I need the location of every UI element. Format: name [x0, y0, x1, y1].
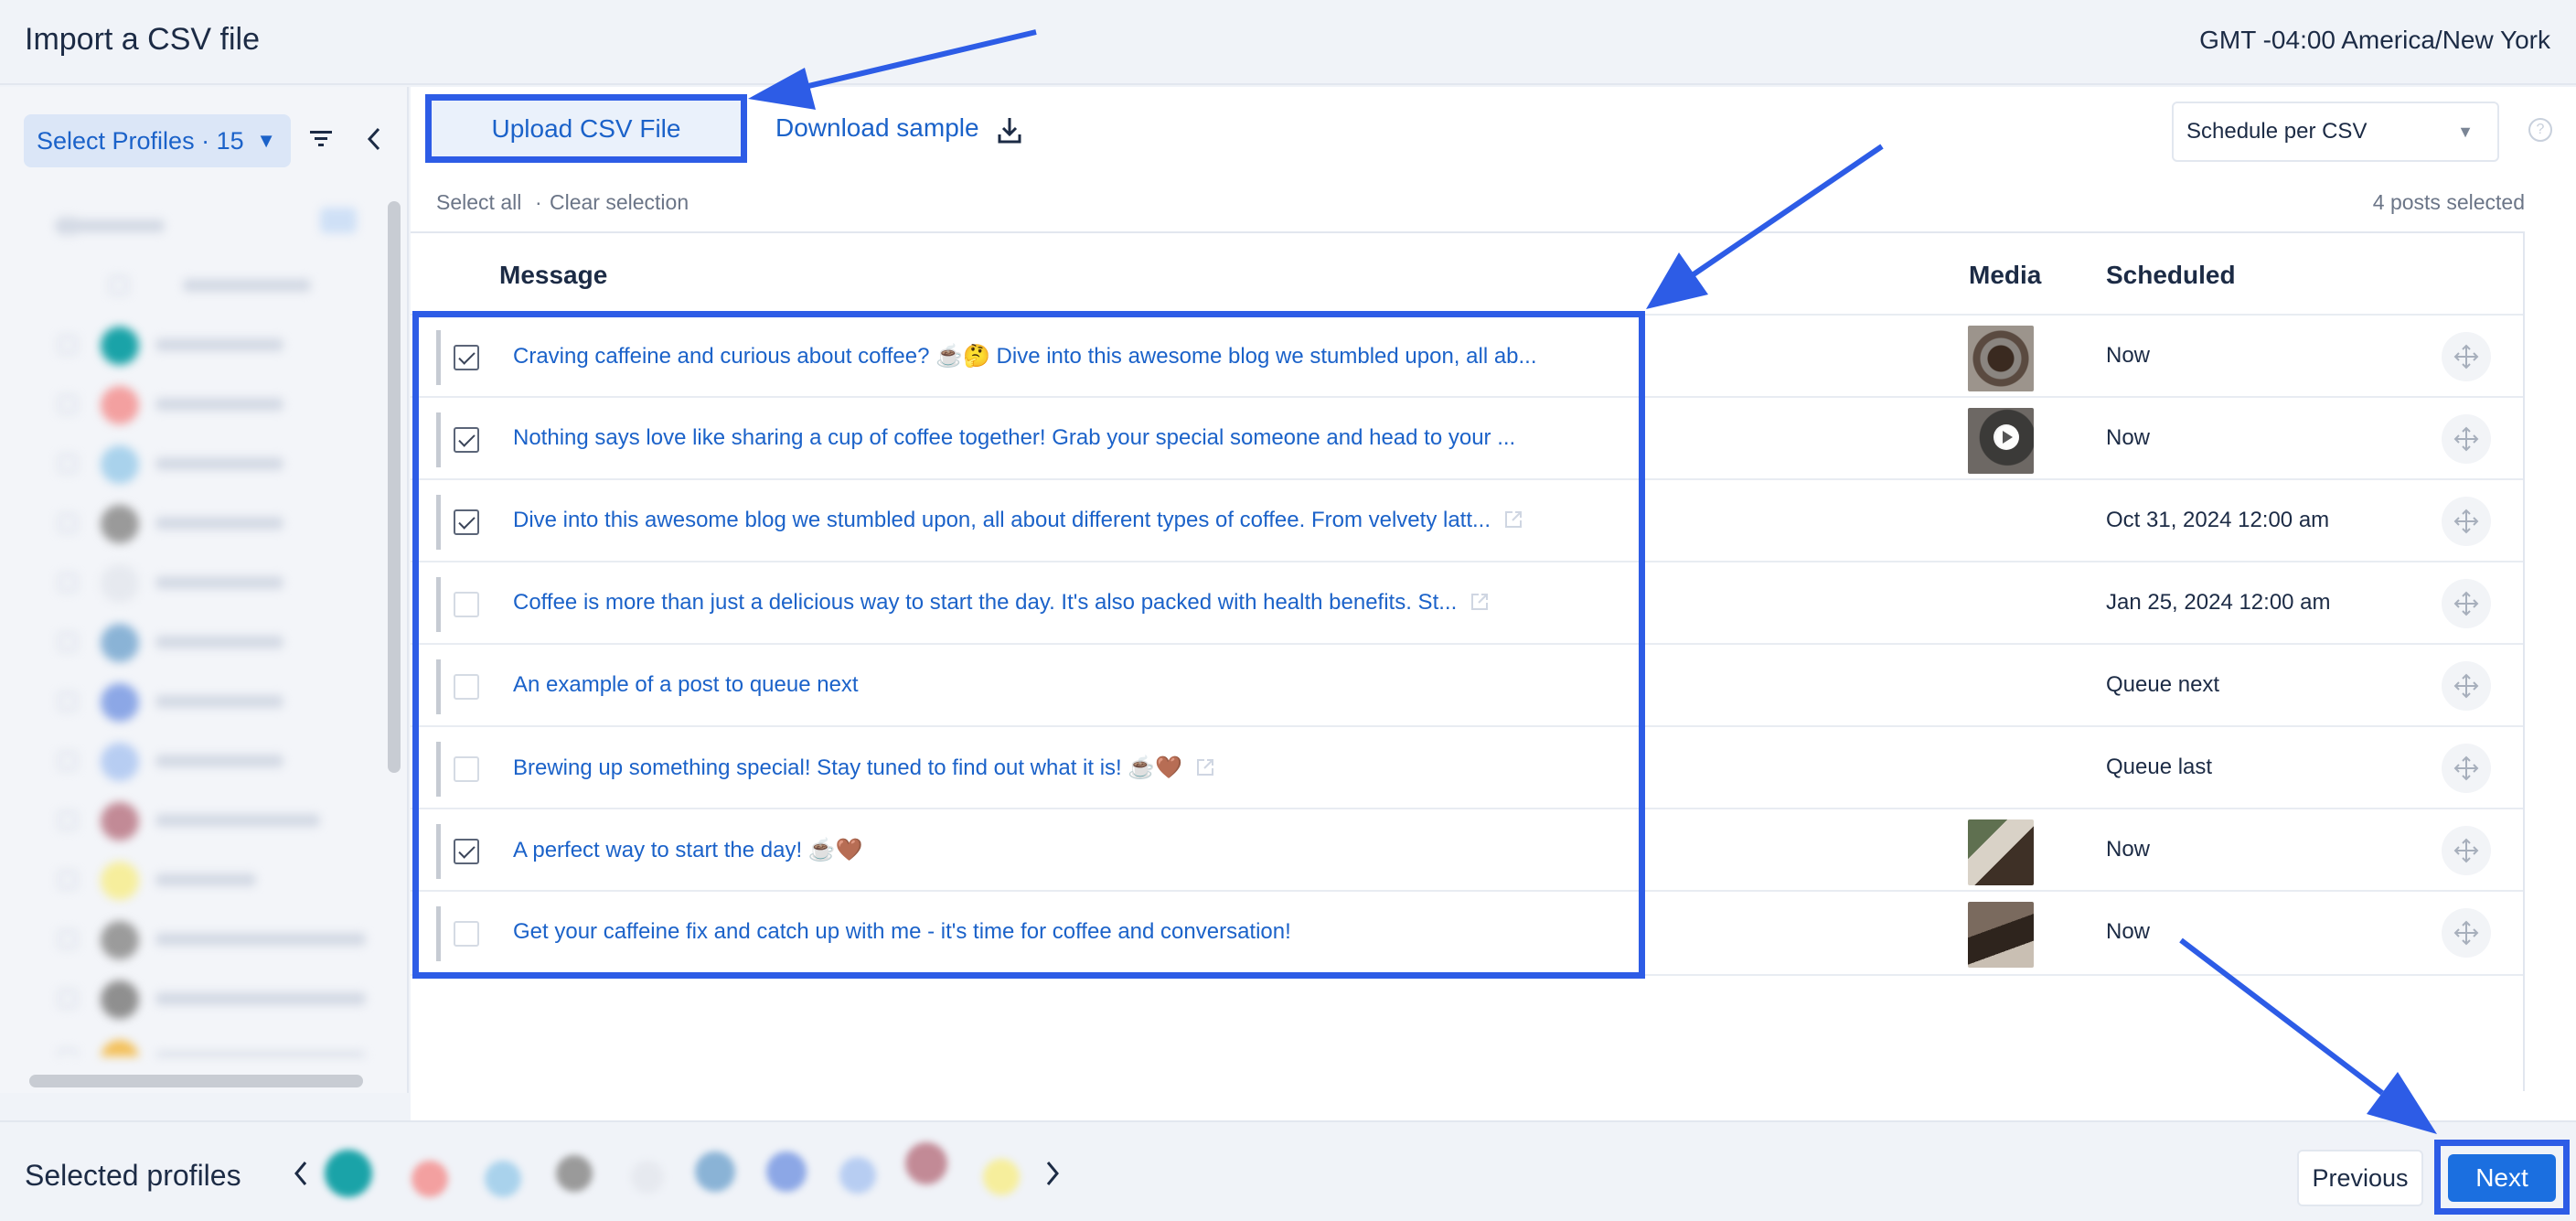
- profile-row[interactable]: [18, 672, 384, 732]
- clear-selection-link[interactable]: Clear selection: [550, 190, 689, 215]
- timezone-label[interactable]: GMT -04:00 America/New York: [2199, 26, 2550, 55]
- profile-row[interactable]: [18, 969, 384, 1029]
- drag-handle-icon[interactable]: [2442, 579, 2491, 628]
- help-icon[interactable]: ?: [2528, 118, 2552, 142]
- media-thumbnail[interactable]: [1968, 819, 2034, 885]
- drag-handle-icon[interactable]: [2442, 332, 2491, 381]
- profile-row[interactable]: [18, 316, 384, 375]
- profile-row[interactable]: [18, 375, 384, 434]
- profile-row[interactable]: [18, 494, 384, 553]
- profile-row[interactable]: [18, 553, 384, 613]
- page-title: Import a CSV file: [25, 22, 260, 57]
- scheduled-value: Queue last: [2106, 755, 2213, 779]
- scheduled-value: Now: [2106, 425, 2151, 450]
- scheduled-value: Now: [2106, 343, 2151, 368]
- profile-row[interactable]: [18, 791, 384, 851]
- selected-profiles-label: Selected profiles: [25, 1159, 241, 1192]
- profile-row[interactable]: [18, 256, 384, 316]
- annotation-next-highlight: Next: [2434, 1140, 2570, 1215]
- download-icon[interactable]: [996, 114, 1023, 145]
- chevron-left-icon[interactable]: [362, 123, 388, 155]
- media-thumbnail[interactable]: [1968, 326, 2034, 391]
- drag-handle-icon[interactable]: [2442, 908, 2491, 958]
- bottom-bar: Selected profiles Previous Next: [0, 1120, 2576, 1221]
- top-header: Import a CSV file GMT -04:00 America/New…: [0, 0, 2576, 85]
- media-thumbnail[interactable]: [1968, 408, 2034, 474]
- profile-row[interactable]: [18, 851, 384, 910]
- select-profiles-dropdown[interactable]: Select Profiles · 15 ▼: [24, 114, 291, 167]
- caret-down-icon: ▼: [2457, 123, 2474, 141]
- chevron-right-icon[interactable]: [1042, 1159, 1063, 1188]
- column-header-scheduled: Scheduled: [2106, 261, 2236, 289]
- schedule-mode-value: Schedule per CSV: [2186, 119, 2368, 144]
- drag-handle-icon[interactable]: [2442, 661, 2491, 711]
- download-sample-link[interactable]: Download sample: [775, 113, 979, 143]
- selected-count: 4 posts selected: [2372, 190, 2525, 214]
- annotation-highlight-box: [412, 311, 1645, 979]
- profile-row[interactable]: [18, 1029, 384, 1056]
- play-icon: [1993, 424, 2019, 450]
- profile-list[interactable]: [18, 197, 384, 1056]
- profile-group-row[interactable]: [18, 197, 384, 256]
- drag-handle-icon[interactable]: [2442, 497, 2491, 546]
- profile-row[interactable]: [18, 434, 384, 494]
- sidebar-horizontal-scrollbar[interactable]: [29, 1075, 363, 1087]
- scheduled-value: Now: [2106, 919, 2151, 944]
- previous-button[interactable]: Previous: [2297, 1150, 2423, 1206]
- scheduled-value: Jan 25, 2024 12:00 am: [2106, 590, 2331, 615]
- sidebar-vertical-scrollbar[interactable]: [388, 201, 401, 773]
- selection-bar: Select all · Clear selection 4 posts sel…: [411, 183, 2525, 230]
- drag-handle-icon[interactable]: [2442, 826, 2491, 875]
- caret-down-icon: ▼: [256, 129, 276, 152]
- scheduled-value: Now: [2106, 837, 2151, 862]
- select-profiles-label: Select Profiles · 15: [37, 127, 244, 155]
- next-button[interactable]: Next: [2448, 1154, 2556, 1202]
- scheduled-value: Queue next: [2106, 672, 2220, 697]
- column-header-media: Media: [1969, 261, 2042, 289]
- profile-row[interactable]: [18, 613, 384, 672]
- scheduled-value: Oct 31, 2024 12:00 am: [2106, 508, 2330, 532]
- profiles-sidebar: Select Profiles · 15 ▼: [0, 87, 409, 1093]
- schedule-mode-select[interactable]: Schedule per CSV ▼: [2172, 102, 2499, 162]
- profile-row[interactable]: [18, 910, 384, 969]
- selected-profile-avatars[interactable]: [320, 1142, 1033, 1206]
- selection-separator: ·: [535, 190, 542, 214]
- select-all-link[interactable]: Select all: [436, 190, 521, 215]
- upload-csv-button[interactable]: Upload CSV File: [425, 94, 747, 163]
- filter-icon[interactable]: [307, 125, 335, 153]
- drag-handle-icon[interactable]: [2442, 744, 2491, 793]
- profile-row[interactable]: [18, 732, 384, 791]
- chevron-left-icon[interactable]: [291, 1159, 311, 1188]
- drag-handle-icon[interactable]: [2442, 414, 2491, 464]
- column-header-message: Message: [499, 261, 608, 289]
- media-thumbnail[interactable]: [1968, 902, 2034, 968]
